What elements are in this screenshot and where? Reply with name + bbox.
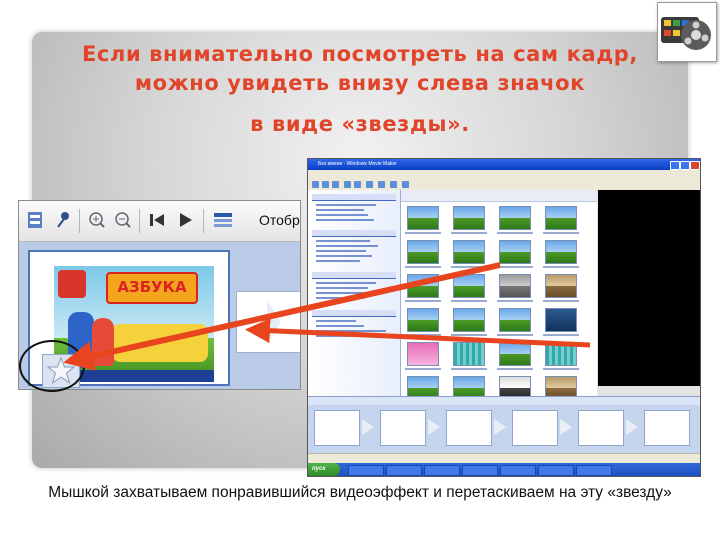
title-line-2: можно увидеть внизу слева значок — [134, 71, 586, 95]
effect-thumbnail[interactable] — [545, 308, 577, 332]
minimize-button[interactable] — [670, 161, 680, 170]
clip-sign-text: АЗБУКА — [106, 272, 198, 304]
effect-thumbnail[interactable] — [407, 376, 439, 396]
effect-thumbnail[interactable] — [499, 274, 531, 298]
play-icon[interactable] — [173, 208, 197, 232]
effect-thumbnail[interactable] — [407, 274, 439, 298]
movie-maker-window: Без имени - Windows Movie Maker пуск — [307, 158, 701, 477]
start-button[interactable]: пуск — [308, 463, 340, 476]
preview-controls[interactable] — [598, 386, 700, 396]
narrate-microphone-icon[interactable] — [51, 208, 75, 232]
effect-thumbnail[interactable] — [499, 342, 531, 366]
movie-maker-logo — [657, 2, 717, 62]
effect-thumbnail[interactable] — [545, 376, 577, 396]
storyboard-frame[interactable] — [446, 410, 492, 446]
status-bar — [308, 453, 700, 463]
effect-thumbnail[interactable] — [499, 206, 531, 230]
rewind-icon[interactable] — [145, 208, 169, 232]
effect-thumbnail[interactable] — [545, 342, 577, 366]
effect-thumbnail[interactable] — [453, 342, 485, 366]
storyboard-frame[interactable] — [512, 410, 558, 446]
effect-thumbnail[interactable] — [453, 240, 485, 264]
preview-monitor — [598, 190, 700, 396]
effect-thumbnail[interactable] — [499, 308, 531, 332]
taskbar-item[interactable] — [576, 465, 612, 476]
slide-title: Если внимательно посмотреть на сам кадр,… — [30, 40, 690, 139]
windows-taskbar: пуск — [308, 463, 700, 476]
emblem-icon — [58, 270, 86, 298]
slide-caption: Мышкой захватываем понравившийся видеоэф… — [48, 484, 672, 501]
taskbar-item[interactable] — [500, 465, 536, 476]
zoom-toolbar: Отображе — [19, 201, 300, 242]
window-title: Без имени - Windows Movie Maker — [318, 161, 397, 167]
effect-thumbnail[interactable] — [545, 274, 577, 298]
taskbar-item[interactable] — [538, 465, 574, 476]
storyboard-frame[interactable] — [578, 410, 624, 446]
effect-thumbnail[interactable] — [545, 240, 577, 264]
show-view-label[interactable]: Отображе — [259, 212, 300, 228]
child-figure — [92, 318, 114, 366]
star-highlight-circle — [19, 340, 85, 392]
title-line-1: Если внимательно посмотреть на сам кадр, — [81, 42, 639, 66]
zoom-out-icon[interactable] — [111, 208, 135, 232]
effect-thumbnail[interactable] — [407, 342, 439, 366]
effect-thumbnail[interactable] — [407, 240, 439, 264]
taskbar-item[interactable] — [348, 465, 384, 476]
effect-thumbnail[interactable] — [453, 206, 485, 230]
effect-thumbnail[interactable] — [499, 240, 531, 264]
title-line-3: в виде «звезды». — [250, 112, 470, 136]
taskbar-item[interactable] — [386, 465, 422, 476]
effect-thumbnail[interactable] — [407, 206, 439, 230]
taskbar-item[interactable] — [462, 465, 498, 476]
empty-transition-frame[interactable] — [236, 291, 300, 353]
close-button[interactable] — [690, 161, 700, 170]
storyboard-frame[interactable] — [314, 410, 360, 446]
movie-tasks-pane — [308, 190, 401, 396]
effect-thumbnail[interactable] — [453, 376, 485, 396]
effect-thumbnail[interactable] — [453, 274, 485, 298]
timeline-icon[interactable] — [211, 208, 235, 232]
zoom-in-icon[interactable] — [85, 208, 109, 232]
video-effects-pane — [401, 190, 597, 396]
storyboard-frame[interactable] — [644, 410, 690, 446]
effects-pane-header — [401, 190, 597, 202]
effect-thumbnail[interactable] — [499, 376, 531, 396]
taskbar-item[interactable] — [424, 465, 460, 476]
effect-thumbnail[interactable] — [453, 308, 485, 332]
effect-thumbnail[interactable] — [545, 206, 577, 230]
storyboard-view-icon[interactable] — [23, 208, 47, 232]
effect-thumbnail[interactable] — [407, 308, 439, 332]
maximize-button[interactable] — [680, 161, 690, 170]
film-reel-icon — [661, 17, 711, 50]
menu-bar[interactable] — [308, 170, 700, 179]
bus-shape — [112, 324, 208, 362]
storyboard-frame[interactable] — [380, 410, 426, 446]
storyboard-strip — [308, 405, 700, 453]
window-titlebar: Без имени - Windows Movie Maker — [308, 159, 700, 170]
